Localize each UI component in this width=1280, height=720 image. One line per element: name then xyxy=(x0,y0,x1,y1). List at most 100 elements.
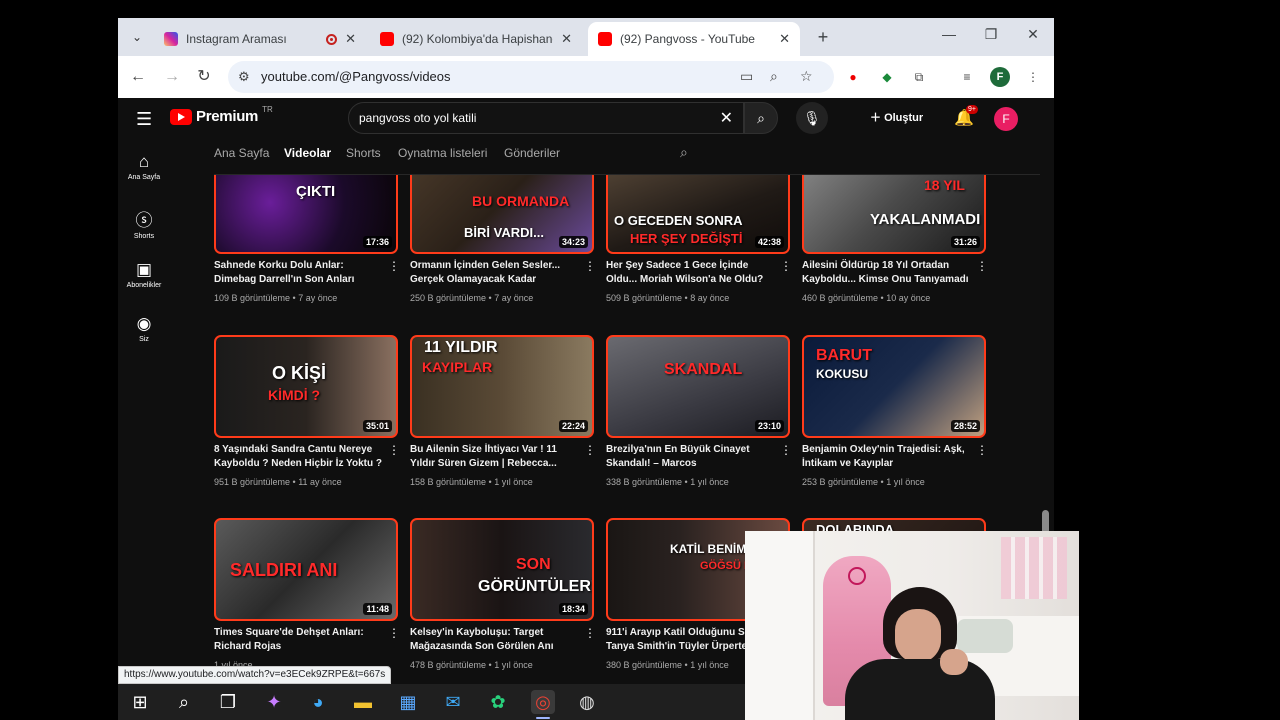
tab-instagram[interactable]: Instagram Araması ✕ xyxy=(154,22,366,56)
tab-videos[interactable]: Videolar xyxy=(284,146,331,160)
minimize-button[interactable]: — xyxy=(934,26,964,42)
video-title[interactable]: Benjamin Oxley'nin Trajedisi: Aşk, İntik… xyxy=(802,443,972,471)
video-title[interactable]: Sahnede Korku Dolu Anlar: Dimebag Darrel… xyxy=(214,259,384,287)
tab-shorts[interactable]: Shorts xyxy=(346,146,381,160)
more-actions-icon[interactable]: ⋮ xyxy=(780,443,792,457)
obs-icon[interactable]: ◍ xyxy=(575,690,599,714)
close-tab-icon[interactable]: ✕ xyxy=(779,31,790,47)
app-icon[interactable]: ✿ xyxy=(486,690,510,714)
webcam-wall-pictures xyxy=(1001,537,1067,599)
thumbnail-text: KATİL BENİM! xyxy=(670,542,751,556)
video-thumbnail[interactable]: BARUT KOKUSU 28:52 xyxy=(802,335,986,438)
country-code: TR xyxy=(262,105,273,114)
search-input[interactable]: pangvoss oto yol katili ✕ xyxy=(348,102,744,134)
duration-badge: 42:38 xyxy=(754,236,784,248)
thumbnail-text: YAKALANMADI xyxy=(870,211,981,228)
tab-kolombiya[interactable]: (92) Kolombiya'da Hapishane B ✕ xyxy=(370,22,582,56)
forward-button[interactable]: → xyxy=(160,65,184,89)
video-meta: 253 B görüntüleme • 1 yıl önce xyxy=(802,477,925,487)
start-icon[interactable]: ⊞ xyxy=(128,690,152,714)
video-thumbnail[interactable]: O GECEDEN SONRA HER ŞEY DEĞİŞTİ 42:38 xyxy=(606,175,790,254)
store-icon[interactable]: ▦ xyxy=(396,690,420,714)
more-actions-icon[interactable]: ⋮ xyxy=(976,443,988,457)
search-button[interactable]: ⌕ xyxy=(744,102,778,134)
tab-search-icon[interactable]: ⌄ xyxy=(126,26,148,48)
video-title[interactable]: Kelsey'in Kayboluşu: Target Mağazasında … xyxy=(410,626,580,654)
thumbnail-text: O GECEDEN SONRA xyxy=(614,213,743,228)
tab-playlists[interactable]: Oynatma listeleri xyxy=(398,146,487,160)
menu-icon[interactable]: ☰ xyxy=(136,109,152,130)
mail-icon[interactable]: ✉ xyxy=(441,690,465,714)
task-view-icon[interactable]: ❐ xyxy=(216,690,240,714)
voice-search-icon[interactable]: 🎙 xyxy=(796,102,828,134)
video-title[interactable]: Times Square'de Dehşet Anları: Richard R… xyxy=(214,626,384,654)
video-thumbnail[interactable]: 11 YILDIR KAYIPLAR 22:24 xyxy=(410,335,594,438)
tab-posts[interactable]: Gönderiler xyxy=(504,146,560,160)
new-tab-button[interactable]: + xyxy=(812,26,834,48)
tab-strip: ⌄ Instagram Araması ✕ (92) Kolombiya'da … xyxy=(118,18,1054,56)
notification-badge: 9+ xyxy=(966,105,978,114)
zoom-icon[interactable]: ⌕ xyxy=(770,68,778,85)
video-title[interactable]: Ormanın İçinden Gelen Sesler... Gerçek O… xyxy=(410,259,580,287)
site-info-icon[interactable]: ⚙ xyxy=(238,69,250,85)
opera-extension-icon[interactable]: ● xyxy=(844,68,862,86)
video-title[interactable]: Her Şey Sadece 1 Gece İçinde Oldu... Mor… xyxy=(606,259,776,287)
more-actions-icon[interactable]: ⋮ xyxy=(584,259,596,273)
video-meta: 250 B görüntüleme • 7 ay önce xyxy=(410,293,534,303)
chrome-icon[interactable]: ◎ xyxy=(531,690,555,714)
more-actions-icon[interactable]: ⋮ xyxy=(780,259,792,273)
bookmark-star-icon[interactable]: ☆ xyxy=(800,68,813,85)
close-tab-icon[interactable]: ✕ xyxy=(561,31,572,47)
tab-title: (92) Kolombiya'da Hapishane B xyxy=(402,32,553,46)
close-tab-icon[interactable]: ✕ xyxy=(345,31,356,47)
more-actions-icon[interactable]: ⋮ xyxy=(584,443,596,457)
channel-search-icon[interactable]: ⌕ xyxy=(680,144,688,161)
account-avatar[interactable]: F xyxy=(994,107,1018,131)
youtube-logo[interactable]: Premium TR xyxy=(170,105,273,125)
media-controls-icon[interactable]: ≡ xyxy=(958,68,976,86)
video-title[interactable]: Brezilya'nın En Büyük Cinayet Skandalı! … xyxy=(606,443,776,471)
address-bar[interactable]: ⚙ youtube.com/@Pangvoss/videos ▭ ⌕ ☆ xyxy=(228,61,834,93)
clear-search-icon[interactable]: ✕ xyxy=(720,108,733,128)
copilot-icon[interactable]: ✦ xyxy=(262,690,286,714)
close-window-button[interactable]: ✕ xyxy=(1018,26,1048,43)
puzzle-extensions-icon[interactable]: ⧉ xyxy=(910,68,928,86)
webcam-person-face xyxy=(895,609,941,663)
cast-icon[interactable]: ▭ xyxy=(740,68,753,85)
video-thumbnail[interactable]: SON GÖRÜNTÜLERİ 18:34 xyxy=(410,518,594,621)
file-explorer-icon[interactable]: ▬ xyxy=(351,690,375,714)
tab-home[interactable]: Ana Sayfa xyxy=(214,146,269,160)
video-thumbnail[interactable]: ÇIKTI 17:36 xyxy=(214,175,398,254)
browser-toolbar: ← → ↻ ⚙ youtube.com/@Pangvoss/videos ▭ ⌕… xyxy=(118,56,1054,98)
recording-icon xyxy=(326,33,338,45)
more-actions-icon[interactable]: ⋮ xyxy=(388,626,400,640)
webcam-door xyxy=(745,531,815,720)
thumbnail-subtext: SALDIRI ANI xyxy=(230,560,338,580)
webcam-person-body xyxy=(845,659,995,720)
more-actions-icon[interactable]: ⋮ xyxy=(388,443,400,457)
video-title[interactable]: Bu Ailenin Size İhtiyacı Var ! 11 Yıldır… xyxy=(410,443,580,471)
instagram-icon xyxy=(164,32,178,46)
video-title[interactable]: 8 Yaşındaki Sandra Cantu Nereye Kayboldu… xyxy=(214,443,384,471)
video-thumbnail[interactable]: SALDIRI ANI 11:48 xyxy=(214,518,398,621)
more-actions-icon[interactable]: ⋮ xyxy=(388,259,400,273)
menu-dots-icon[interactable]: ⋮ xyxy=(1024,68,1042,86)
video-thumbnail[interactable]: O KİŞİ KİMDİ ? 35:01 xyxy=(214,335,398,438)
edge-icon[interactable]: ◕ xyxy=(306,690,330,714)
profile-avatar[interactable]: F xyxy=(990,67,1010,87)
more-actions-icon[interactable]: ⋮ xyxy=(584,626,596,640)
create-label: Oluştur xyxy=(884,112,924,124)
reload-button[interactable]: ↻ xyxy=(192,65,216,89)
extension-icon[interactable]: ◆ xyxy=(878,68,896,86)
more-actions-icon[interactable]: ⋮ xyxy=(976,259,988,273)
search-icon[interactable]: ⌕ xyxy=(172,690,196,714)
video-thumbnail[interactable]: BU ORMANDA BİRİ VARDI... 34:23 xyxy=(410,175,594,254)
video-meta: 158 B görüntüleme • 1 yıl önce xyxy=(410,477,533,487)
tab-pangvoss[interactable]: (92) Pangvoss - YouTube ✕ xyxy=(588,22,800,56)
back-button[interactable]: ← xyxy=(126,65,150,89)
create-button[interactable]: ＋ Oluştur xyxy=(870,109,923,125)
video-thumbnail[interactable]: 18 YIL YAKALANMADI 31:26 xyxy=(802,175,986,254)
restore-button[interactable]: ❐ xyxy=(976,26,1006,43)
video-title[interactable]: Ailesini Öldürüp 18 Yıl Ortadan Kayboldu… xyxy=(802,259,972,287)
video-thumbnail[interactable]: SKANDAL 23:10 xyxy=(606,335,790,438)
